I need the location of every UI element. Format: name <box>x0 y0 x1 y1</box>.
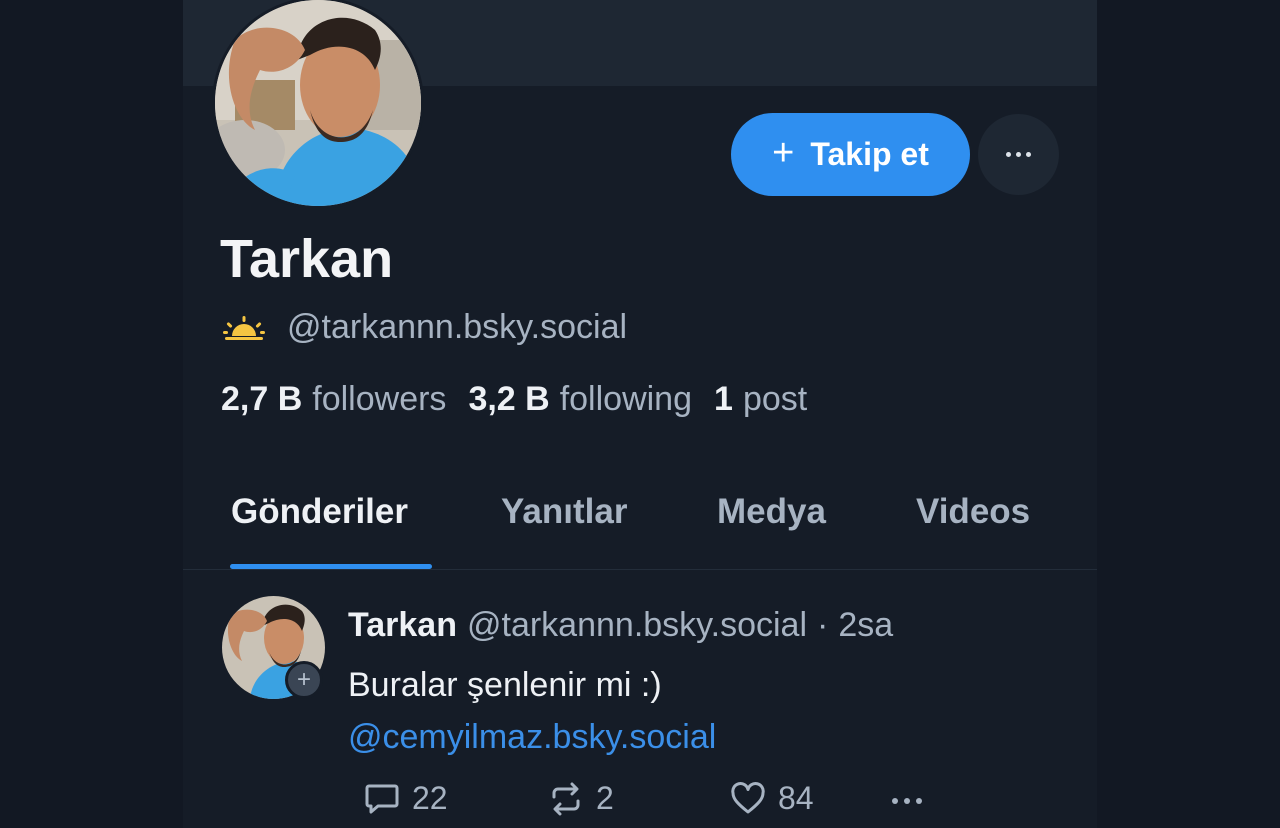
followers-count: 2,7 B <box>221 380 303 418</box>
profile-name: Tarkan <box>220 229 394 289</box>
repost-count: 2 <box>596 780 614 816</box>
post-text: Buralar şenlenir mi :) <box>348 666 662 704</box>
post-timestamp[interactable]: 2sa <box>838 606 893 644</box>
follow-button[interactable]: + Takip et <box>731 113 970 196</box>
avatar-photo <box>215 0 421 206</box>
profile-tabs: Gönderiler Yanıtlar Medya Videos <box>183 470 1097 570</box>
profile-page: + Takip et Tarkan @tarkannn.bsky.social … <box>0 0 1280 828</box>
post-separator: · <box>817 606 829 644</box>
tab-media[interactable]: Medya <box>717 492 826 532</box>
more-icon <box>1006 152 1011 157</box>
following-link[interactable]: 3,2 Bfollowing <box>468 380 692 419</box>
reply-icon <box>365 784 399 813</box>
profile-avatar[interactable] <box>212 0 424 209</box>
more-icon <box>892 798 898 804</box>
like-button[interactable]: 84 <box>730 780 814 817</box>
sun-icon <box>223 315 265 340</box>
repost-icon <box>552 782 580 815</box>
post-actions: 22 2 84 <box>348 780 1048 824</box>
feed-post[interactable]: + Tarkan @tarkannn.bsky.social · 2sa Burala… <box>183 570 1097 828</box>
posts-label: post <box>742 380 808 418</box>
reply-button[interactable]: 22 <box>364 780 448 817</box>
like-count: 84 <box>778 780 814 816</box>
follow-button-label: Takip et <box>810 136 929 172</box>
reply-count: 22 <box>412 780 448 816</box>
posts-count: 1 <box>714 380 733 418</box>
post-author-name[interactable]: Tarkan <box>348 606 457 644</box>
right-gutter <box>1097 0 1280 828</box>
post-author-handle[interactable]: @tarkannn.bsky.social <box>467 606 807 644</box>
like-icon <box>731 781 765 813</box>
followers-label: followers <box>312 380 447 418</box>
tab-replies[interactable]: Yanıtlar <box>501 492 627 532</box>
repost-button[interactable]: 2 <box>548 780 614 817</box>
profile-stats: 2,7 Bfollowers 3,2 Bfollowing 1 post <box>221 380 807 419</box>
handle-row: @tarkannn.bsky.social <box>223 308 627 347</box>
profile-more-button[interactable] <box>978 114 1059 195</box>
tab-posts[interactable]: Gönderiler <box>231 492 408 532</box>
post-more-button[interactable] <box>892 798 922 804</box>
plus-icon: + <box>772 131 795 174</box>
posts-stat: 1 post <box>714 380 807 419</box>
post-header: Tarkan @tarkannn.bsky.social · 2sa <box>348 606 893 645</box>
post-avatar-follow-icon[interactable]: + <box>285 661 323 699</box>
tab-videos[interactable]: Videos <box>916 492 1030 532</box>
following-count: 3,2 B <box>468 380 550 418</box>
profile-handle: @tarkannn.bsky.social <box>287 308 628 346</box>
post-mention-link[interactable]: @cemyilmaz.bsky.social <box>348 718 716 757</box>
followers-link[interactable]: 2,7 Bfollowers <box>221 380 446 419</box>
following-label: following <box>559 380 693 418</box>
profile-column: + Takip et Tarkan @tarkannn.bsky.social … <box>183 0 1097 828</box>
left-gutter <box>0 0 183 828</box>
